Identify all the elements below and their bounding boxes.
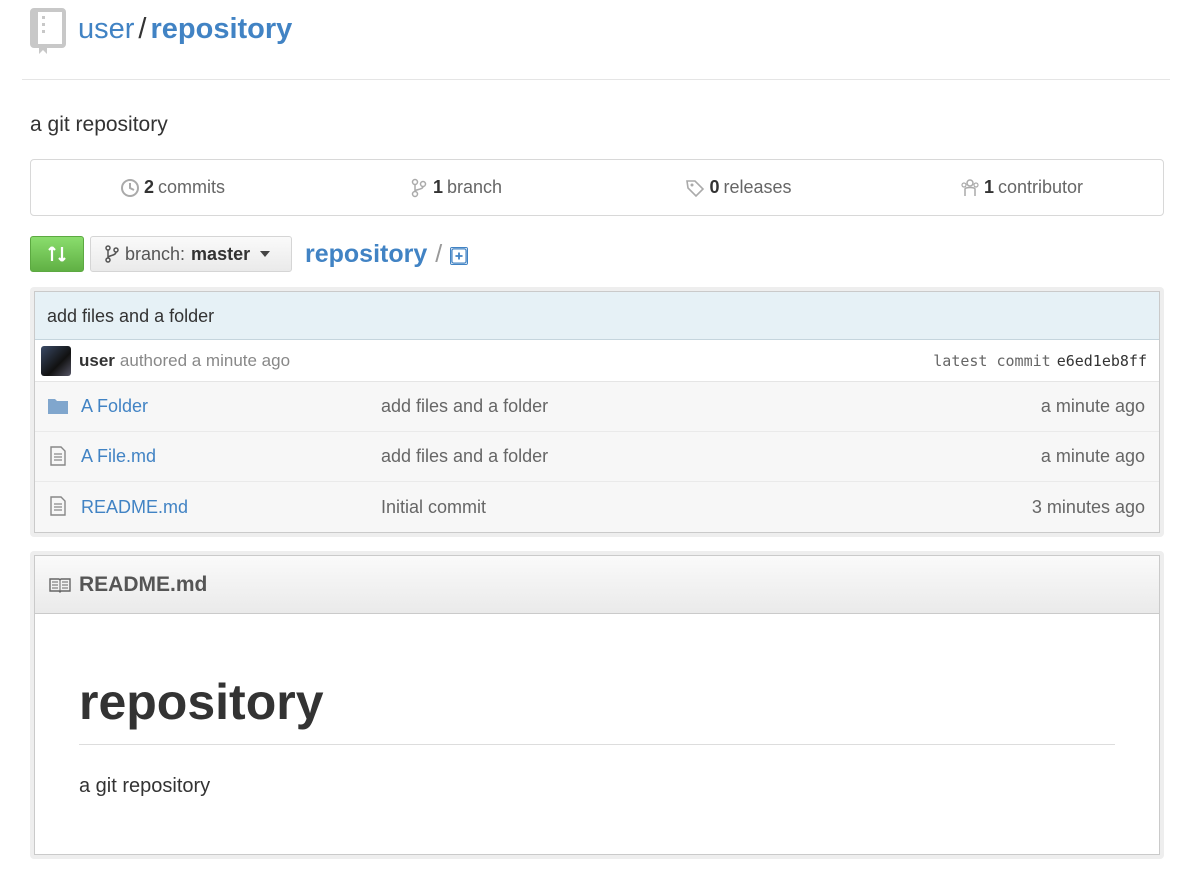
latest-commit-meta: user authored a minute ago latest commit… — [35, 340, 1159, 382]
breadcrumb-separator: / — [435, 239, 443, 268]
history-icon — [120, 178, 139, 197]
branch-value: master — [191, 243, 251, 264]
file-age: a minute ago — [1040, 396, 1145, 416]
file-navigation: add files and a folder user authored a m… — [30, 287, 1164, 537]
breadcrumb-repo-link[interactable]: repository — [305, 240, 427, 269]
branches-count: 1 — [432, 177, 443, 197]
avatar[interactable] — [41, 345, 71, 376]
tag-icon — [686, 179, 705, 197]
branch-selector[interactable]: branch: master — [90, 236, 292, 272]
file-commit-message[interactable]: add files and a folder — [381, 396, 548, 417]
branch-icon — [105, 245, 119, 263]
repo-description: a git repository — [30, 113, 168, 136]
new-file-icon[interactable] — [450, 247, 469, 265]
file-text-icon — [50, 446, 66, 466]
contributors-label: contributor — [997, 177, 1084, 197]
contributors-count: 1 — [983, 177, 994, 197]
readme-paragraph: a git repository — [79, 775, 211, 797]
readme-heading: repository — [79, 672, 1115, 745]
book-icon — [49, 577, 71, 593]
compare-icon — [48, 246, 66, 262]
table-row: A File.md add files and a folder a minut… — [35, 432, 1159, 482]
file-name-link[interactable]: A Folder — [81, 396, 148, 417]
stat-branches[interactable]: 1 branch — [314, 160, 597, 215]
repo-name-link[interactable]: repository — [150, 13, 292, 45]
latest-commit-text: latest commit — [933, 351, 1051, 370]
branch-label: branch: — [125, 243, 186, 264]
readme-box: README.md repository a git repository — [34, 555, 1160, 855]
owner-link[interactable]: user — [78, 13, 134, 45]
repo-header: user / repository — [22, 0, 1170, 80]
commit-sha-link[interactable]: e6ed1eb8ff — [1057, 352, 1147, 370]
readme-filename: README.md — [79, 572, 208, 596]
releases-count: 0 — [709, 177, 720, 197]
repo-title: user / repository — [78, 11, 292, 47]
branch-icon — [411, 178, 427, 197]
latest-commit-message[interactable]: add files and a folder — [35, 292, 1159, 340]
file-age: 3 minutes ago — [1031, 496, 1145, 517]
releases-label: releases — [723, 177, 792, 197]
readme-header: README.md — [35, 556, 1159, 614]
stat-releases[interactable]: 0 releases — [597, 160, 880, 215]
commit-authored: authored a minute ago — [119, 350, 291, 370]
table-row: A Folder add files and a folder a minute… — [35, 382, 1159, 432]
table-row: README.md Initial commit 3 minutes ago — [35, 482, 1159, 532]
stat-contributors[interactable]: 1 contributor — [880, 160, 1163, 215]
people-icon — [961, 178, 979, 196]
commit-author[interactable]: user — [79, 351, 115, 371]
readme-body: repository a git repository — [35, 614, 1159, 798]
latest-commit-label: latest commit e6ed1eb8ff — [933, 352, 1147, 370]
file-commit-message[interactable]: Initial commit — [381, 497, 486, 518]
chevron-down-icon — [260, 251, 271, 257]
breadcrumb: repository / — [305, 236, 469, 272]
stat-commits[interactable]: 2 commits — [31, 160, 314, 215]
title-separator: / — [138, 13, 147, 45]
readme-container: README.md repository a git repository — [30, 551, 1164, 859]
file-commit-message[interactable]: add files and a folder — [381, 446, 548, 467]
repo-icon — [30, 8, 66, 54]
compare-button[interactable] — [30, 236, 84, 272]
folder-icon — [48, 399, 68, 414]
file-name-link[interactable]: A File.md — [81, 446, 156, 467]
commits-count: 2 — [143, 177, 154, 197]
branches-label: branch — [446, 177, 503, 197]
numbers-summary: 2 commits 1 branch 0 releases 1 contribu… — [30, 159, 1164, 216]
commits-label: commits — [158, 177, 225, 197]
file-age: a minute ago — [1040, 446, 1145, 466]
file-name-link[interactable]: README.md — [81, 497, 188, 518]
file-table: add files and a folder user authored a m… — [34, 291, 1160, 533]
file-text-icon — [50, 496, 66, 516]
